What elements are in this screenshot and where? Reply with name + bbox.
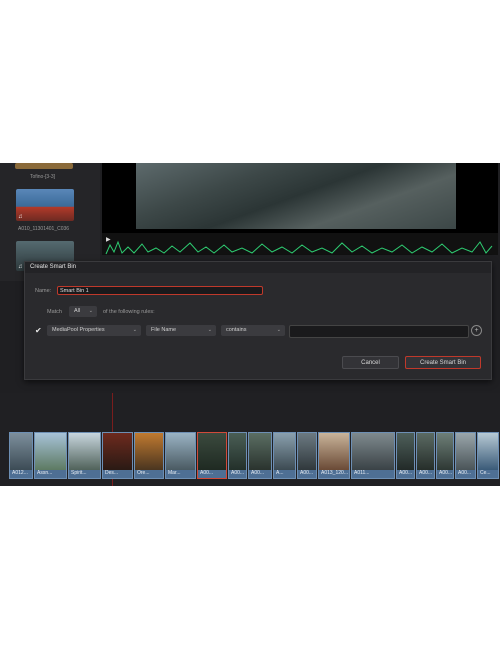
rule-category-dropdown[interactable]: MediaPool Properties ⌄ xyxy=(47,325,141,336)
timeline-clip[interactable]: A013_120... xyxy=(318,432,350,479)
cancel-button[interactable]: Cancel xyxy=(342,356,399,369)
timeline-clip[interactable]: Assn... xyxy=(34,432,67,479)
match-label: Match xyxy=(47,309,62,315)
chevron-down-icon: ⌄ xyxy=(132,327,137,333)
rule-category-value: MediaPool Properties xyxy=(52,327,105,333)
clip-label: A00... xyxy=(200,470,214,476)
smart-bin-name-input[interactable]: Smart Bin 1 xyxy=(57,286,263,295)
timeline-clip[interactable]: A00... xyxy=(248,432,272,479)
clip-label: A012... xyxy=(12,470,28,476)
viewer-frame xyxy=(136,163,456,229)
timeline-clip[interactable]: Ce... xyxy=(477,432,499,479)
clip-label: A00... xyxy=(439,470,453,476)
add-rule-icon[interactable]: + xyxy=(471,325,482,336)
clip-label: Ce... xyxy=(480,470,491,476)
match-value: All xyxy=(74,308,81,314)
rule-enabled-checkbox[interactable]: ✔ xyxy=(35,326,42,335)
clip-label: A... xyxy=(276,470,284,476)
clip-label: A00... xyxy=(251,470,265,476)
dialog-title: Create Smart Bin xyxy=(25,262,491,273)
clip-label: Spirit... xyxy=(71,470,87,476)
clip-thumbnail[interactable]: ♫ xyxy=(16,189,74,221)
music-note-icon: ♫ xyxy=(18,264,23,270)
timeline-clip[interactable]: Spirit... xyxy=(68,432,101,479)
music-note-icon: ♫ xyxy=(18,214,23,220)
chevron-down-icon: ⌄ xyxy=(88,308,93,314)
clip-label: A00... xyxy=(458,470,472,476)
clip-label: Mar... xyxy=(168,470,181,476)
rule-value-input[interactable] xyxy=(289,325,469,338)
create-smart-bin-button[interactable]: Create Smart Bin xyxy=(405,356,481,369)
timeline-clip[interactable]: Des... xyxy=(102,432,133,479)
timeline-clip[interactable]: Ore... xyxy=(134,432,164,479)
clip-label: Assn... xyxy=(37,470,53,476)
rule-field-value: File Name xyxy=(151,327,177,333)
audio-waveform: ▶ xyxy=(102,233,498,255)
chevron-down-icon: ⌄ xyxy=(207,327,212,333)
clip-label: Des... xyxy=(105,470,119,476)
timeline-clip-selected[interactable]: A00... xyxy=(197,432,227,479)
clip-label: A011... xyxy=(354,470,370,476)
clip-label: A00... xyxy=(231,470,245,476)
timeline-clip[interactable]: A00... xyxy=(228,432,247,479)
match-dropdown[interactable]: All ⌄ xyxy=(69,306,97,317)
timeline-clip[interactable]: A011... xyxy=(351,432,395,479)
clip-thumbnail[interactable] xyxy=(15,163,73,169)
timeline-clip[interactable]: A00... xyxy=(297,432,317,479)
timeline-clip[interactable]: A00... xyxy=(396,432,415,479)
timeline-clip[interactable]: A00... xyxy=(455,432,476,479)
name-label: Name: xyxy=(35,288,52,294)
playhead-marker-icon[interactable]: ▶ xyxy=(106,236,111,243)
rule-operator-value: contains xyxy=(226,327,247,333)
clip-label: Ore... xyxy=(137,470,150,476)
resolve-window: Tofino-[3-3] ♫ A010_11301401_C036 ♫ ▶ Cr… xyxy=(0,163,500,486)
clip-label: A00... xyxy=(300,470,314,476)
clip-caption: A010_11301401_C036 xyxy=(18,226,70,232)
waveform-graph xyxy=(105,240,493,255)
timeline: A012... Assn... Spirit... Des... Ore... … xyxy=(0,393,500,486)
rule-field-dropdown[interactable]: File Name ⌄ xyxy=(146,325,216,336)
clip-label: A00... xyxy=(399,470,413,476)
viewer xyxy=(102,163,498,233)
timeline-clip[interactable]: A... xyxy=(273,432,296,479)
clip-label: A013_120... xyxy=(321,470,348,476)
timeline-clip[interactable]: A00... xyxy=(436,432,454,479)
match-suffix: of the following rules: xyxy=(103,309,155,315)
timeline-clip[interactable]: A012... xyxy=(9,432,33,479)
rule-operator-dropdown[interactable]: contains ⌄ xyxy=(221,325,285,336)
timeline-clip[interactable]: Mar... xyxy=(165,432,196,479)
clip-caption: Tofino-[3-3] xyxy=(30,174,56,180)
chevron-down-icon: ⌄ xyxy=(276,327,281,333)
clip-label: A00... xyxy=(419,470,433,476)
timeline-clip[interactable]: A00... xyxy=(416,432,435,479)
create-smart-bin-dialog: Create Smart Bin Name: Smart Bin 1 Match… xyxy=(24,261,492,380)
